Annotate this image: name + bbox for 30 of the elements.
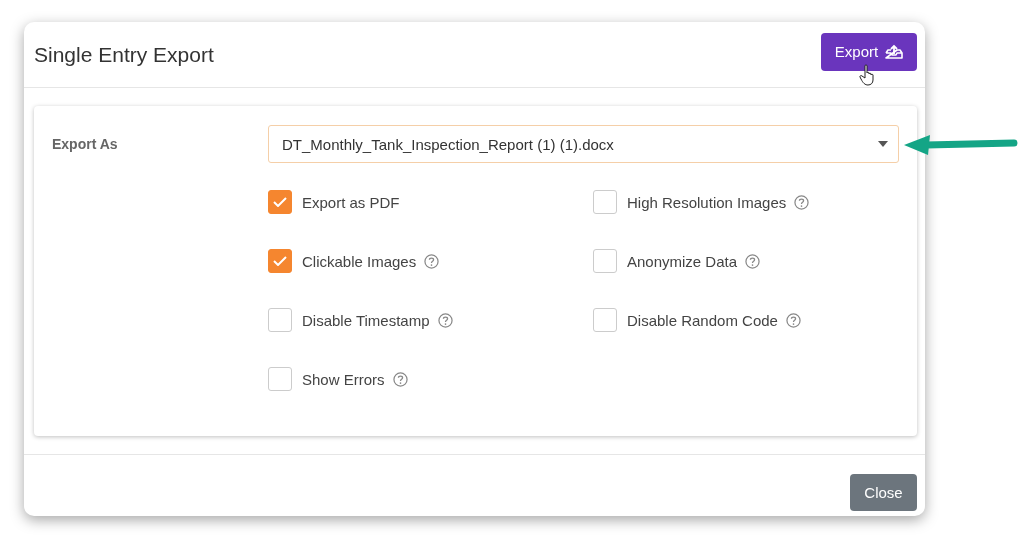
checkmark-icon: [273, 256, 287, 266]
field-label: Export As: [52, 136, 119, 152]
help-icon[interactable]: [794, 194, 810, 210]
option-label: Show Errors: [302, 370, 385, 388]
option-label: Disable Random Code: [627, 311, 778, 329]
checkbox[interactable]: [593, 249, 617, 273]
export-button[interactable]: Export: [821, 32, 917, 71]
checkbox[interactable]: [593, 308, 617, 332]
dropdown-caret-icon: [878, 141, 888, 147]
option-label: Export as PDF: [302, 193, 400, 211]
upload-tray-icon: [885, 43, 904, 60]
checkbox[interactable]: [268, 308, 292, 332]
hand-cursor-icon: [859, 64, 877, 86]
help-icon[interactable]: [392, 371, 408, 387]
dialog-title: Single Entry Export: [34, 42, 214, 67]
option-label: High Resolution Images: [627, 193, 787, 211]
option-label: Anonymize Data: [627, 252, 738, 270]
help-icon[interactable]: [785, 312, 801, 328]
help-icon[interactable]: [745, 253, 761, 269]
file-dropdown[interactable]: DT_Monthly_Tank_Inspection_Report (1) (1).docx: [268, 125, 899, 163]
close-button[interactable]: Close: [850, 474, 917, 511]
checkmark-icon: [273, 197, 287, 207]
option-label: Clickable Images: [302, 252, 417, 270]
checkbox[interactable]: [268, 249, 292, 273]
checkbox[interactable]: [268, 367, 292, 391]
checkbox[interactable]: [593, 190, 617, 214]
option-label: Disable Timestamp: [302, 311, 430, 329]
help-icon[interactable]: [424, 253, 440, 269]
checkbox[interactable]: [268, 190, 292, 214]
help-icon[interactable]: [437, 312, 453, 328]
